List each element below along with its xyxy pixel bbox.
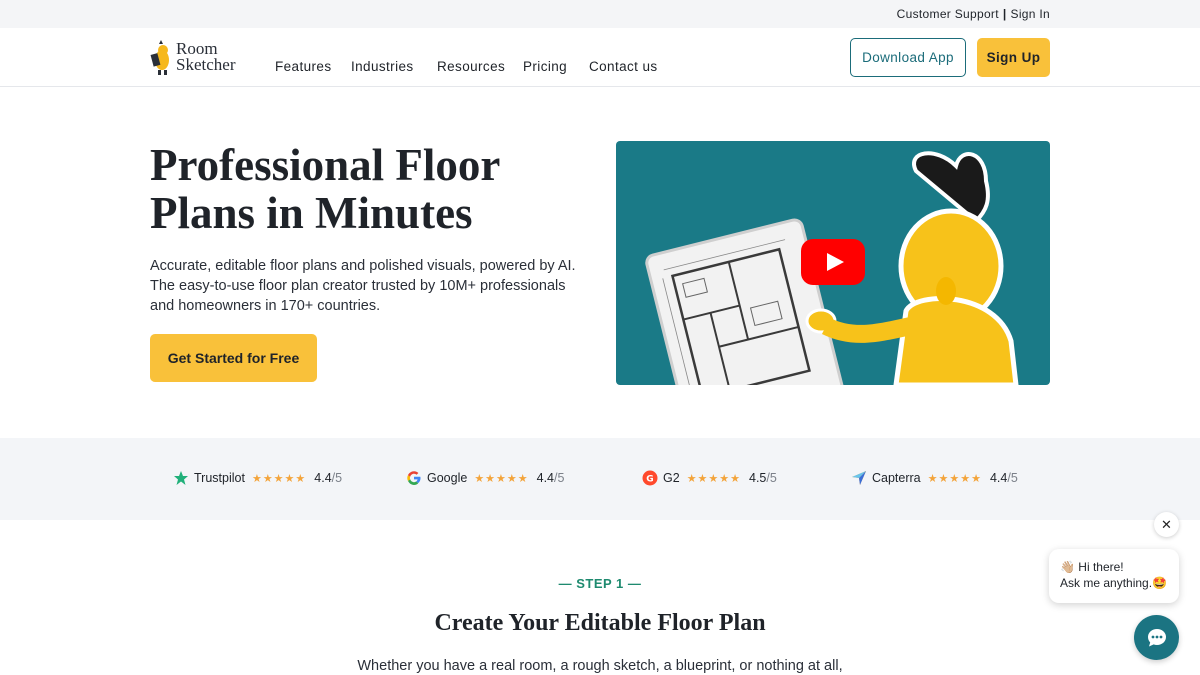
rating-score: 4.4/5: [989, 471, 1018, 485]
svg-text:G: G: [646, 475, 653, 485]
sign-in-link[interactable]: Sign In: [1011, 7, 1050, 21]
utility-bar: Customer Support | Sign In: [0, 0, 1200, 28]
step-label: — STEP 1 —: [558, 576, 642, 591]
main-header: Room Sketcher Features Industries Resour…: [0, 28, 1200, 87]
star-rating: ★★★★★: [474, 472, 529, 485]
nav-contact-us[interactable]: Contact us: [589, 59, 658, 74]
hero-title: Professional Floor Plans in Minutes: [150, 141, 550, 237]
roomsketcher-logo[interactable]: Room Sketcher: [150, 40, 246, 76]
chat-greeting-line2: Ask me anything.🤩: [1060, 576, 1167, 590]
customer-support-link[interactable]: Customer Support: [897, 7, 999, 21]
separator: |: [1002, 7, 1007, 21]
main-nav: Features Industries Resources Pricing Co…: [275, 59, 658, 74]
trustpilot-star-icon: [174, 471, 188, 485]
hero-title-line1: Professional Floor: [150, 140, 501, 190]
ratings-strip: Trustpilot ★★★★★ 4.4/5 Google ★★★★★ 4.4/…: [0, 438, 1200, 520]
logo-mascot-icon: [150, 40, 169, 75]
chat-launcher-button[interactable]: [1134, 615, 1179, 660]
google-g-icon: [407, 471, 421, 485]
get-started-button[interactable]: Get Started for Free: [150, 334, 317, 382]
rating-g2[interactable]: G G2 ★★★★★ 4.5/5: [642, 470, 777, 486]
logo-line2: Sketcher: [176, 55, 236, 74]
chat-greeting-line1: 👋🏼 Hi there!: [1060, 560, 1124, 574]
hero-video[interactable]: [616, 141, 1050, 385]
nav-industries[interactable]: Industries: [351, 59, 437, 74]
rating-google[interactable]: Google ★★★★★ 4.4/5: [406, 470, 564, 486]
rating-score: 4.4/5: [314, 471, 343, 485]
logo-wordmark: Room Sketcher: [176, 40, 236, 74]
rating-source-name: Trustpilot: [194, 471, 245, 485]
step-description: Whether you have a real room, a rough sk…: [357, 658, 843, 674]
g2-icon: G: [642, 470, 658, 486]
rating-trustpilot[interactable]: Trustpilot ★★★★★ 4.4/5: [173, 470, 342, 486]
rating-score: 4.5/5: [749, 471, 777, 485]
hero-title-line2: Plans in Minutes: [150, 188, 473, 238]
utility-links: Customer Support | Sign In: [897, 7, 1050, 21]
nav-resources[interactable]: Resources: [437, 59, 523, 74]
chat-bubble-icon: [1147, 628, 1166, 646]
chat-close-button[interactable]: ✕: [1154, 512, 1179, 537]
hero-description: Accurate, editable floor plans and polis…: [150, 258, 576, 314]
rating-source-name: Capterra: [872, 471, 921, 485]
sign-up-button[interactable]: Sign Up: [977, 38, 1050, 77]
rating-source-name: Google: [427, 471, 468, 485]
star-rating: ★★★★★: [686, 472, 741, 485]
capterra-arrow-icon: [852, 471, 866, 485]
rating-score: 4.4/5: [536, 471, 565, 485]
nav-pricing[interactable]: Pricing: [523, 59, 589, 74]
download-app-button[interactable]: Download App: [850, 38, 966, 77]
rating-source-name: G2: [663, 471, 680, 485]
chat-greeting-bubble[interactable]: 👋🏼 Hi there! Ask me anything.🤩: [1049, 549, 1179, 603]
youtube-play-icon[interactable]: [801, 239, 865, 285]
step-title: Create Your Editable Floor Plan: [434, 610, 766, 636]
star-rating: ★★★★★: [927, 472, 982, 485]
nav-features[interactable]: Features: [275, 59, 351, 74]
rating-capterra[interactable]: Capterra ★★★★★ 4.4/5: [851, 470, 1018, 486]
star-rating: ★★★★★: [251, 472, 307, 485]
